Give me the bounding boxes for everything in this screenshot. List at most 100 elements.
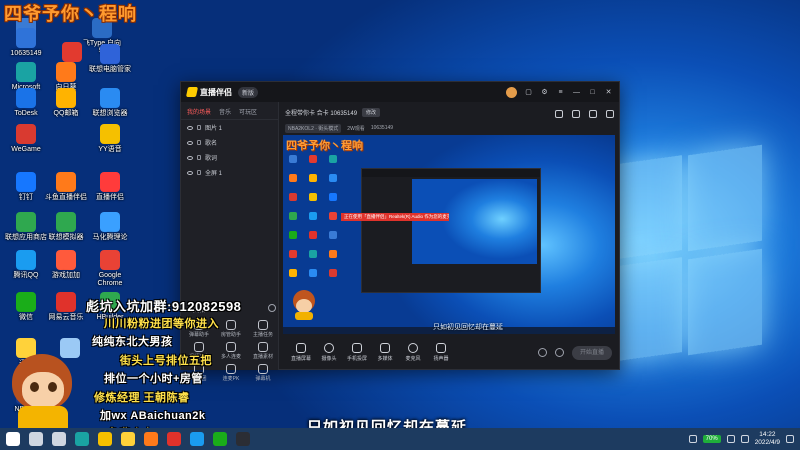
app-icon xyxy=(16,250,36,270)
lock-icon[interactable] xyxy=(572,110,580,118)
desktop-icon[interactable]: YY语音 xyxy=(88,124,132,154)
preview-desktop-icon xyxy=(329,250,337,258)
app-titlebar[interactable]: 直播伴侣 新版 ▢ ⚙ ≡ — □ ✕ xyxy=(181,82,619,102)
desktop-icon[interactable]: 联想电脑管家 xyxy=(88,44,132,74)
more-icon[interactable] xyxy=(606,110,614,118)
system-tray: 70% 14:22 2022/4/9 xyxy=(688,431,794,447)
preview-desktop-icon xyxy=(289,193,297,201)
preview-desktop-icon xyxy=(309,212,317,220)
maximize-icon[interactable]: □ xyxy=(588,88,597,97)
taskbar-wechat-icon[interactable] xyxy=(213,432,227,446)
lock-icon[interactable] xyxy=(197,170,201,175)
desktop-icon[interactable]: 微信 xyxy=(4,292,48,322)
notification-icon[interactable] xyxy=(786,435,794,443)
desktop-icon[interactable]: WeGame xyxy=(4,124,48,154)
tab-playable[interactable]: 可玩区 xyxy=(239,107,257,116)
taskbar-netease-icon[interactable] xyxy=(167,432,181,446)
phone-cast-button[interactable]: 手机投屏 xyxy=(343,343,371,362)
desktop-icon[interactable]: ToDesk xyxy=(4,88,48,118)
tab-music[interactable]: 音乐 xyxy=(219,107,231,116)
desktop-icon[interactable]: 马化腾理论 xyxy=(88,212,132,242)
desktop-icon[interactable]: 联想浏览器 xyxy=(88,88,132,118)
media-source-button[interactable]: 多媒体 xyxy=(371,343,399,362)
start-live-button[interactable]: 开始直播 xyxy=(572,345,612,360)
tool-label: 弹幕助手 xyxy=(188,332,209,338)
desktop-icon[interactable]: 直播伴侣 xyxy=(88,172,132,202)
app-version-badge[interactable]: 新版 xyxy=(238,86,259,98)
desktop-icon[interactable]: 10635149 xyxy=(4,28,48,58)
taskbar-explorer-icon[interactable] xyxy=(98,432,112,446)
preview-desktop-icon xyxy=(329,231,337,239)
tool-multi-link[interactable]: 多人连麦 xyxy=(215,342,247,360)
lock-icon[interactable] xyxy=(197,155,201,160)
settings-icon[interactable]: ⚙ xyxy=(540,88,549,97)
taskbar-stream-app-icon[interactable] xyxy=(236,432,250,446)
lock-icon[interactable] xyxy=(197,140,201,145)
lock-icon[interactable] xyxy=(197,125,201,130)
chat-icon[interactable]: ▢ xyxy=(524,88,533,97)
stream-preview[interactable]: 四爷予你丶程响 正在使用「直播伴侣」Realtek(R) Audio 作为您的麦… xyxy=(283,135,615,334)
camera-source-button[interactable]: 摄像头 xyxy=(315,343,343,362)
nested-app-window xyxy=(361,168,541,293)
network-icon[interactable] xyxy=(688,435,697,443)
scene-item[interactable]: 全屏 1 xyxy=(181,165,278,180)
control-label: 多媒体 xyxy=(377,356,393,362)
toolbox-settings-icon[interactable] xyxy=(268,304,276,312)
share-icon[interactable] xyxy=(589,110,597,118)
microphone-button[interactable]: 麦克风 xyxy=(399,343,427,362)
tool-pk[interactable]: 连麦PK xyxy=(215,364,247,382)
live-streaming-app-window[interactable]: 直播伴侣 新版 ▢ ⚙ ≡ — □ ✕ 我的场景 音乐 可玩区 图片 1 歌名 … xyxy=(180,81,620,382)
tool-room-manager[interactable]: 房管助手 xyxy=(215,320,247,338)
visibility-icon[interactable] xyxy=(187,140,193,145)
record-icon[interactable] xyxy=(538,348,547,357)
tool-label: 主播任务 xyxy=(252,332,273,338)
tool-tasks[interactable]: 主播任务 xyxy=(247,320,279,338)
clock[interactable]: 14:22 2022/4/9 xyxy=(755,431,780,447)
visibility-icon[interactable] xyxy=(187,170,193,175)
ime-icon[interactable] xyxy=(740,435,749,443)
volume-icon[interactable] xyxy=(726,435,735,443)
battery-indicator[interactable]: 70% xyxy=(702,435,721,443)
desktop-icon[interactable]: 腾讯QQ xyxy=(4,250,48,280)
desktop-icon[interactable]: 斗鱼直播伴侣 xyxy=(44,172,88,202)
scene-item[interactable]: 图片 1 xyxy=(181,120,278,135)
tool-danmu-machine[interactable]: 弹幕机 xyxy=(247,364,279,382)
taskbar-huya-icon[interactable] xyxy=(144,432,158,446)
desktop-icon[interactable]: 钉钉 xyxy=(4,172,48,202)
room-manager-icon xyxy=(226,320,236,330)
live-settings-icon[interactable] xyxy=(555,348,564,357)
desktop-icon[interactable]: 联想模拟器 xyxy=(44,212,88,242)
tab-my-scenes[interactable]: 我的场景 xyxy=(187,107,211,116)
stream-title[interactable]: 全程带你卡 合卡 10635149 xyxy=(285,108,357,117)
screen-source-button[interactable]: 直播屏幕 xyxy=(287,343,315,362)
app-icon xyxy=(56,292,76,312)
scene-item[interactable]: 歌词 xyxy=(181,150,278,165)
visibility-icon[interactable] xyxy=(187,125,193,130)
taskbar-task-view-icon[interactable] xyxy=(52,432,66,446)
desktop-icon[interactable]: Google Chrome xyxy=(88,250,132,288)
preview-desktop-icon xyxy=(309,193,317,201)
app-icon xyxy=(56,250,76,270)
edit-title-button[interactable]: 修改 xyxy=(362,107,381,117)
minimize-icon[interactable]: — xyxy=(572,88,581,97)
desktop-icon[interactable]: 网易云音乐 xyxy=(44,292,88,322)
speaker-button[interactable]: 扬声器 xyxy=(427,343,455,362)
tool-materials[interactable]: 直播素材 xyxy=(247,342,279,360)
taskbar-zhibo-icon[interactable] xyxy=(121,432,135,446)
preview-desktop-icon xyxy=(289,269,297,277)
visibility-icon[interactable] xyxy=(187,155,193,160)
desktop-icon[interactable]: QQ邮箱 xyxy=(44,88,88,118)
menu-icon[interactable]: ≡ xyxy=(556,88,565,97)
game-category[interactable]: NBA2KOL2 · 街头模式 xyxy=(285,123,342,133)
close-icon[interactable]: ✕ xyxy=(604,88,613,97)
gift-icon[interactable] xyxy=(555,110,563,118)
scene-item[interactable]: 歌名 xyxy=(181,135,278,150)
camera-icon xyxy=(324,343,334,353)
desktop-icon[interactable]: 游戏加加 xyxy=(44,250,88,280)
taskbar-windows-start-icon[interactable] xyxy=(6,432,20,446)
user-avatar[interactable] xyxy=(506,86,517,98)
taskbar-edge-icon[interactable] xyxy=(75,432,89,446)
taskbar-qq-icon[interactable] xyxy=(190,432,204,446)
desktop-icon[interactable]: 联想应用商店 xyxy=(4,212,48,242)
taskbar-search-icon[interactable] xyxy=(29,432,43,446)
